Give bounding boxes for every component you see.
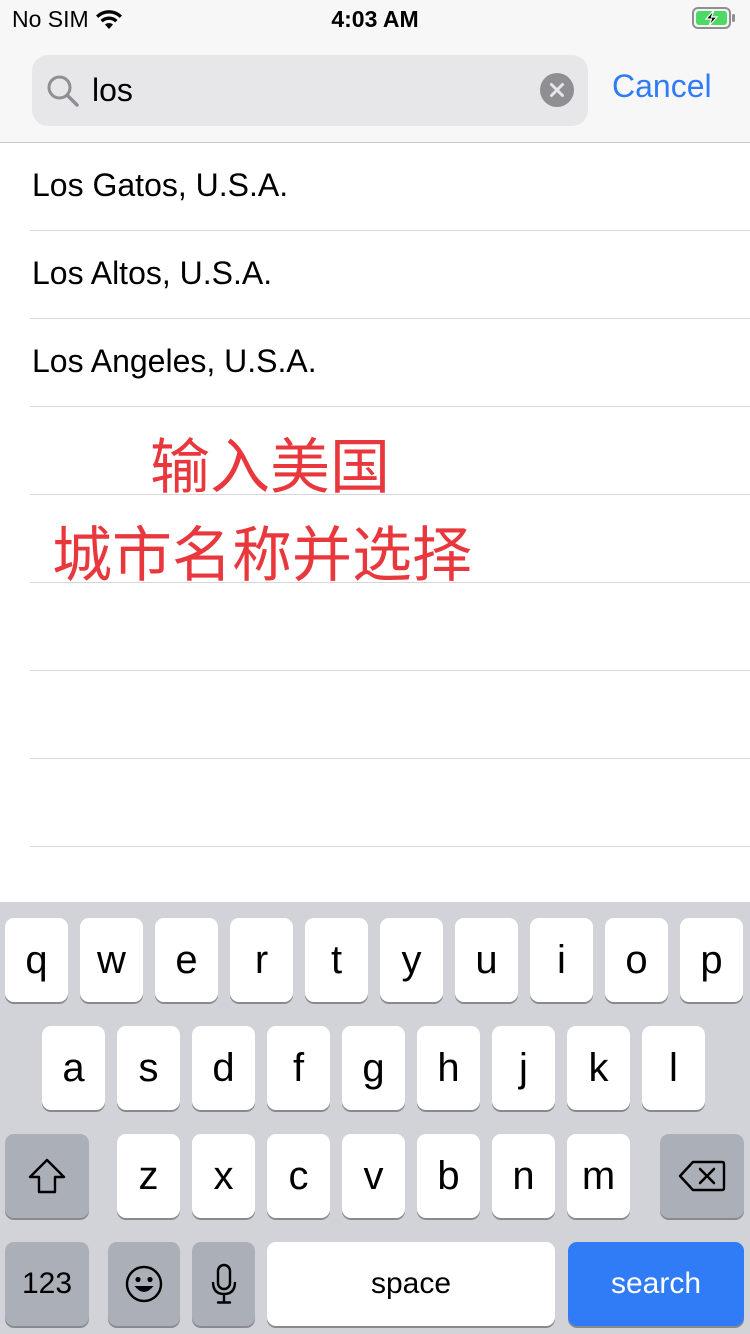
key-s[interactable]: s <box>117 1026 180 1110</box>
search-header: Cancel <box>0 40 750 143</box>
key-g[interactable]: g <box>342 1026 405 1110</box>
shift-icon <box>28 1158 66 1194</box>
key-x[interactable]: x <box>192 1134 255 1218</box>
dictation-key[interactable] <box>192 1242 255 1326</box>
key-t[interactable]: t <box>305 918 368 1002</box>
key-n[interactable]: n <box>492 1134 555 1218</box>
space-key[interactable]: space <box>267 1242 555 1326</box>
key-l[interactable]: l <box>642 1026 705 1110</box>
key-i[interactable]: i <box>530 918 593 1002</box>
list-item-label: Los Gatos, U.S.A. <box>32 167 289 203</box>
status-bar: No SIM 4:03 AM <box>0 0 750 40</box>
search-icon <box>47 75 79 107</box>
list-item-label: Los Altos, U.S.A. <box>32 255 273 291</box>
empty-row <box>30 759 750 847</box>
keyboard: q w e r t y u i o p a s d f g h j k l z … <box>0 902 750 1334</box>
list-item[interactable]: Los Altos, U.S.A. <box>30 231 750 319</box>
emoji-icon <box>125 1265 163 1303</box>
clock: 4:03 AM <box>331 6 419 32</box>
search-field[interactable] <box>32 55 588 126</box>
key-e[interactable]: e <box>155 918 218 1002</box>
key-o[interactable]: o <box>605 918 668 1002</box>
key-f[interactable]: f <box>267 1026 330 1110</box>
cancel-button[interactable]: Cancel <box>612 68 712 105</box>
empty-row <box>30 407 750 495</box>
key-p[interactable]: p <box>680 918 743 1002</box>
key-q[interactable]: q <box>5 918 68 1002</box>
shift-key[interactable] <box>5 1134 89 1218</box>
key-d[interactable]: d <box>192 1026 255 1110</box>
key-a[interactable]: a <box>42 1026 105 1110</box>
key-k[interactable]: k <box>567 1026 630 1110</box>
key-c[interactable]: c <box>267 1134 330 1218</box>
annotation-line-1: 输入美国 <box>150 433 390 503</box>
key-v[interactable]: v <box>342 1134 405 1218</box>
annotation-line-2: 城市名称并选择 <box>52 521 472 591</box>
key-b[interactable]: b <box>417 1134 480 1218</box>
delete-key[interactable] <box>660 1134 744 1218</box>
clear-search-button[interactable] <box>540 73 574 107</box>
search-key[interactable]: search <box>568 1242 744 1326</box>
emoji-key[interactable] <box>108 1242 180 1326</box>
key-r[interactable]: r <box>230 918 293 1002</box>
key-u[interactable]: u <box>455 918 518 1002</box>
key-m[interactable]: m <box>567 1134 630 1218</box>
numbers-key[interactable]: 123 <box>5 1242 89 1326</box>
battery-charging-icon <box>692 7 735 29</box>
close-icon <box>550 83 564 97</box>
search-input[interactable] <box>92 55 532 126</box>
key-z[interactable]: z <box>117 1134 180 1218</box>
microphone-icon <box>211 1263 236 1304</box>
backspace-icon <box>678 1160 726 1192</box>
empty-row <box>30 671 750 759</box>
key-w[interactable]: w <box>80 918 143 1002</box>
list-item[interactable]: Los Gatos, U.S.A. <box>30 143 750 231</box>
key-h[interactable]: h <box>417 1026 480 1110</box>
key-y[interactable]: y <box>380 918 443 1002</box>
key-j[interactable]: j <box>492 1026 555 1110</box>
list-item[interactable]: Los Angeles, U.S.A. <box>30 319 750 407</box>
list-item-label: Los Angeles, U.S.A. <box>32 343 317 379</box>
